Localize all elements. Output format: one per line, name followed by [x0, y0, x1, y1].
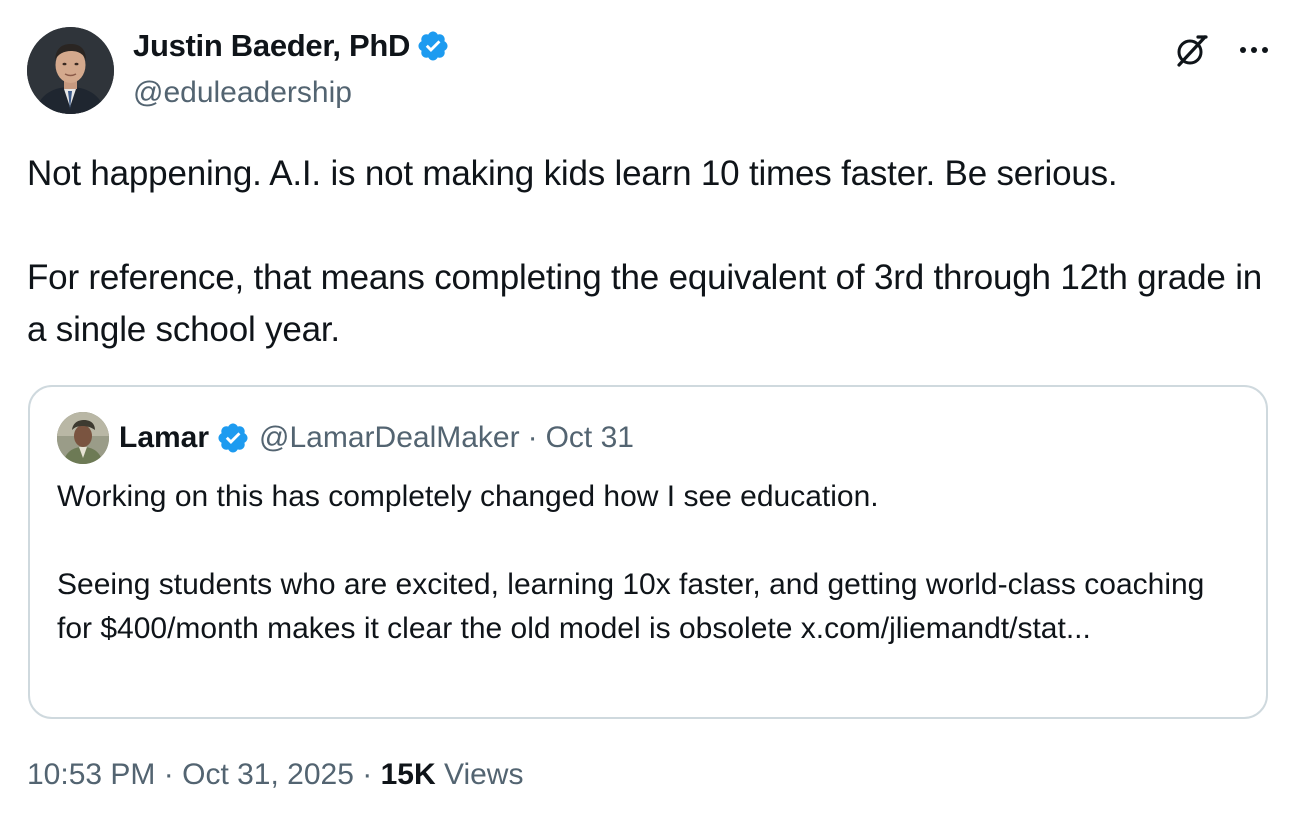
meta-separator: ·: [362, 758, 373, 791]
tweet-paragraph: Not happening. A.I. is not making kids l…: [27, 154, 1118, 193]
author-name-row[interactable]: Justin Baeder, PhD: [133, 28, 450, 64]
author-name[interactable]: Justin Baeder, PhD: [133, 28, 410, 64]
tweet-date[interactable]: Oct 31, 2025: [182, 758, 354, 791]
quoted-verified-badge-icon[interactable]: [216, 421, 250, 455]
views-count[interactable]: 15K: [381, 758, 436, 791]
quoted-author-handle[interactable]: @LamarDealMaker: [259, 421, 520, 455]
tweet-paragraph: For reference, that means completing the…: [27, 258, 1263, 349]
author-avatar-image: [27, 27, 114, 114]
quoted-author-name[interactable]: Lamar: [119, 421, 209, 455]
author-avatar[interactable]: [27, 27, 114, 114]
more-options-icon[interactable]: [1237, 40, 1271, 60]
quoted-paragraph: Seeing students who are excited, learnin…: [57, 568, 1205, 645]
author-handle[interactable]: @eduleadership: [133, 76, 352, 110]
tweet: Justin Baeder, PhD @eduleadership Not ha…: [0, 0, 1298, 816]
quoted-separator: ·: [527, 421, 538, 454]
quoted-date[interactable]: Oct 31: [546, 421, 634, 455]
meta-separator: ·: [163, 758, 174, 791]
tweet-time[interactable]: 10:53 PM: [27, 758, 155, 791]
quoted-avatar[interactable]: [57, 412, 109, 464]
quoted-avatar-image: [57, 412, 109, 464]
grok-icon[interactable]: [1171, 31, 1211, 71]
quoted-text: Working on this has completely changed h…: [57, 475, 1247, 651]
tweet-meta: 10:53 PM · Oct 31, 2025 · 15K Views: [27, 758, 523, 792]
tweet-text: Not happening. A.I. is not making kids l…: [27, 148, 1267, 356]
quoted-tweet[interactable]: Lamar @LamarDealMaker · Oct 31 Working o…: [28, 385, 1268, 719]
quoted-paragraph: Working on this has completely changed h…: [57, 480, 879, 513]
quoted-header: Lamar @LamarDealMaker · Oct 31: [57, 412, 634, 464]
views-label[interactable]: Views: [444, 758, 523, 791]
verified-badge-icon[interactable]: [416, 29, 450, 63]
